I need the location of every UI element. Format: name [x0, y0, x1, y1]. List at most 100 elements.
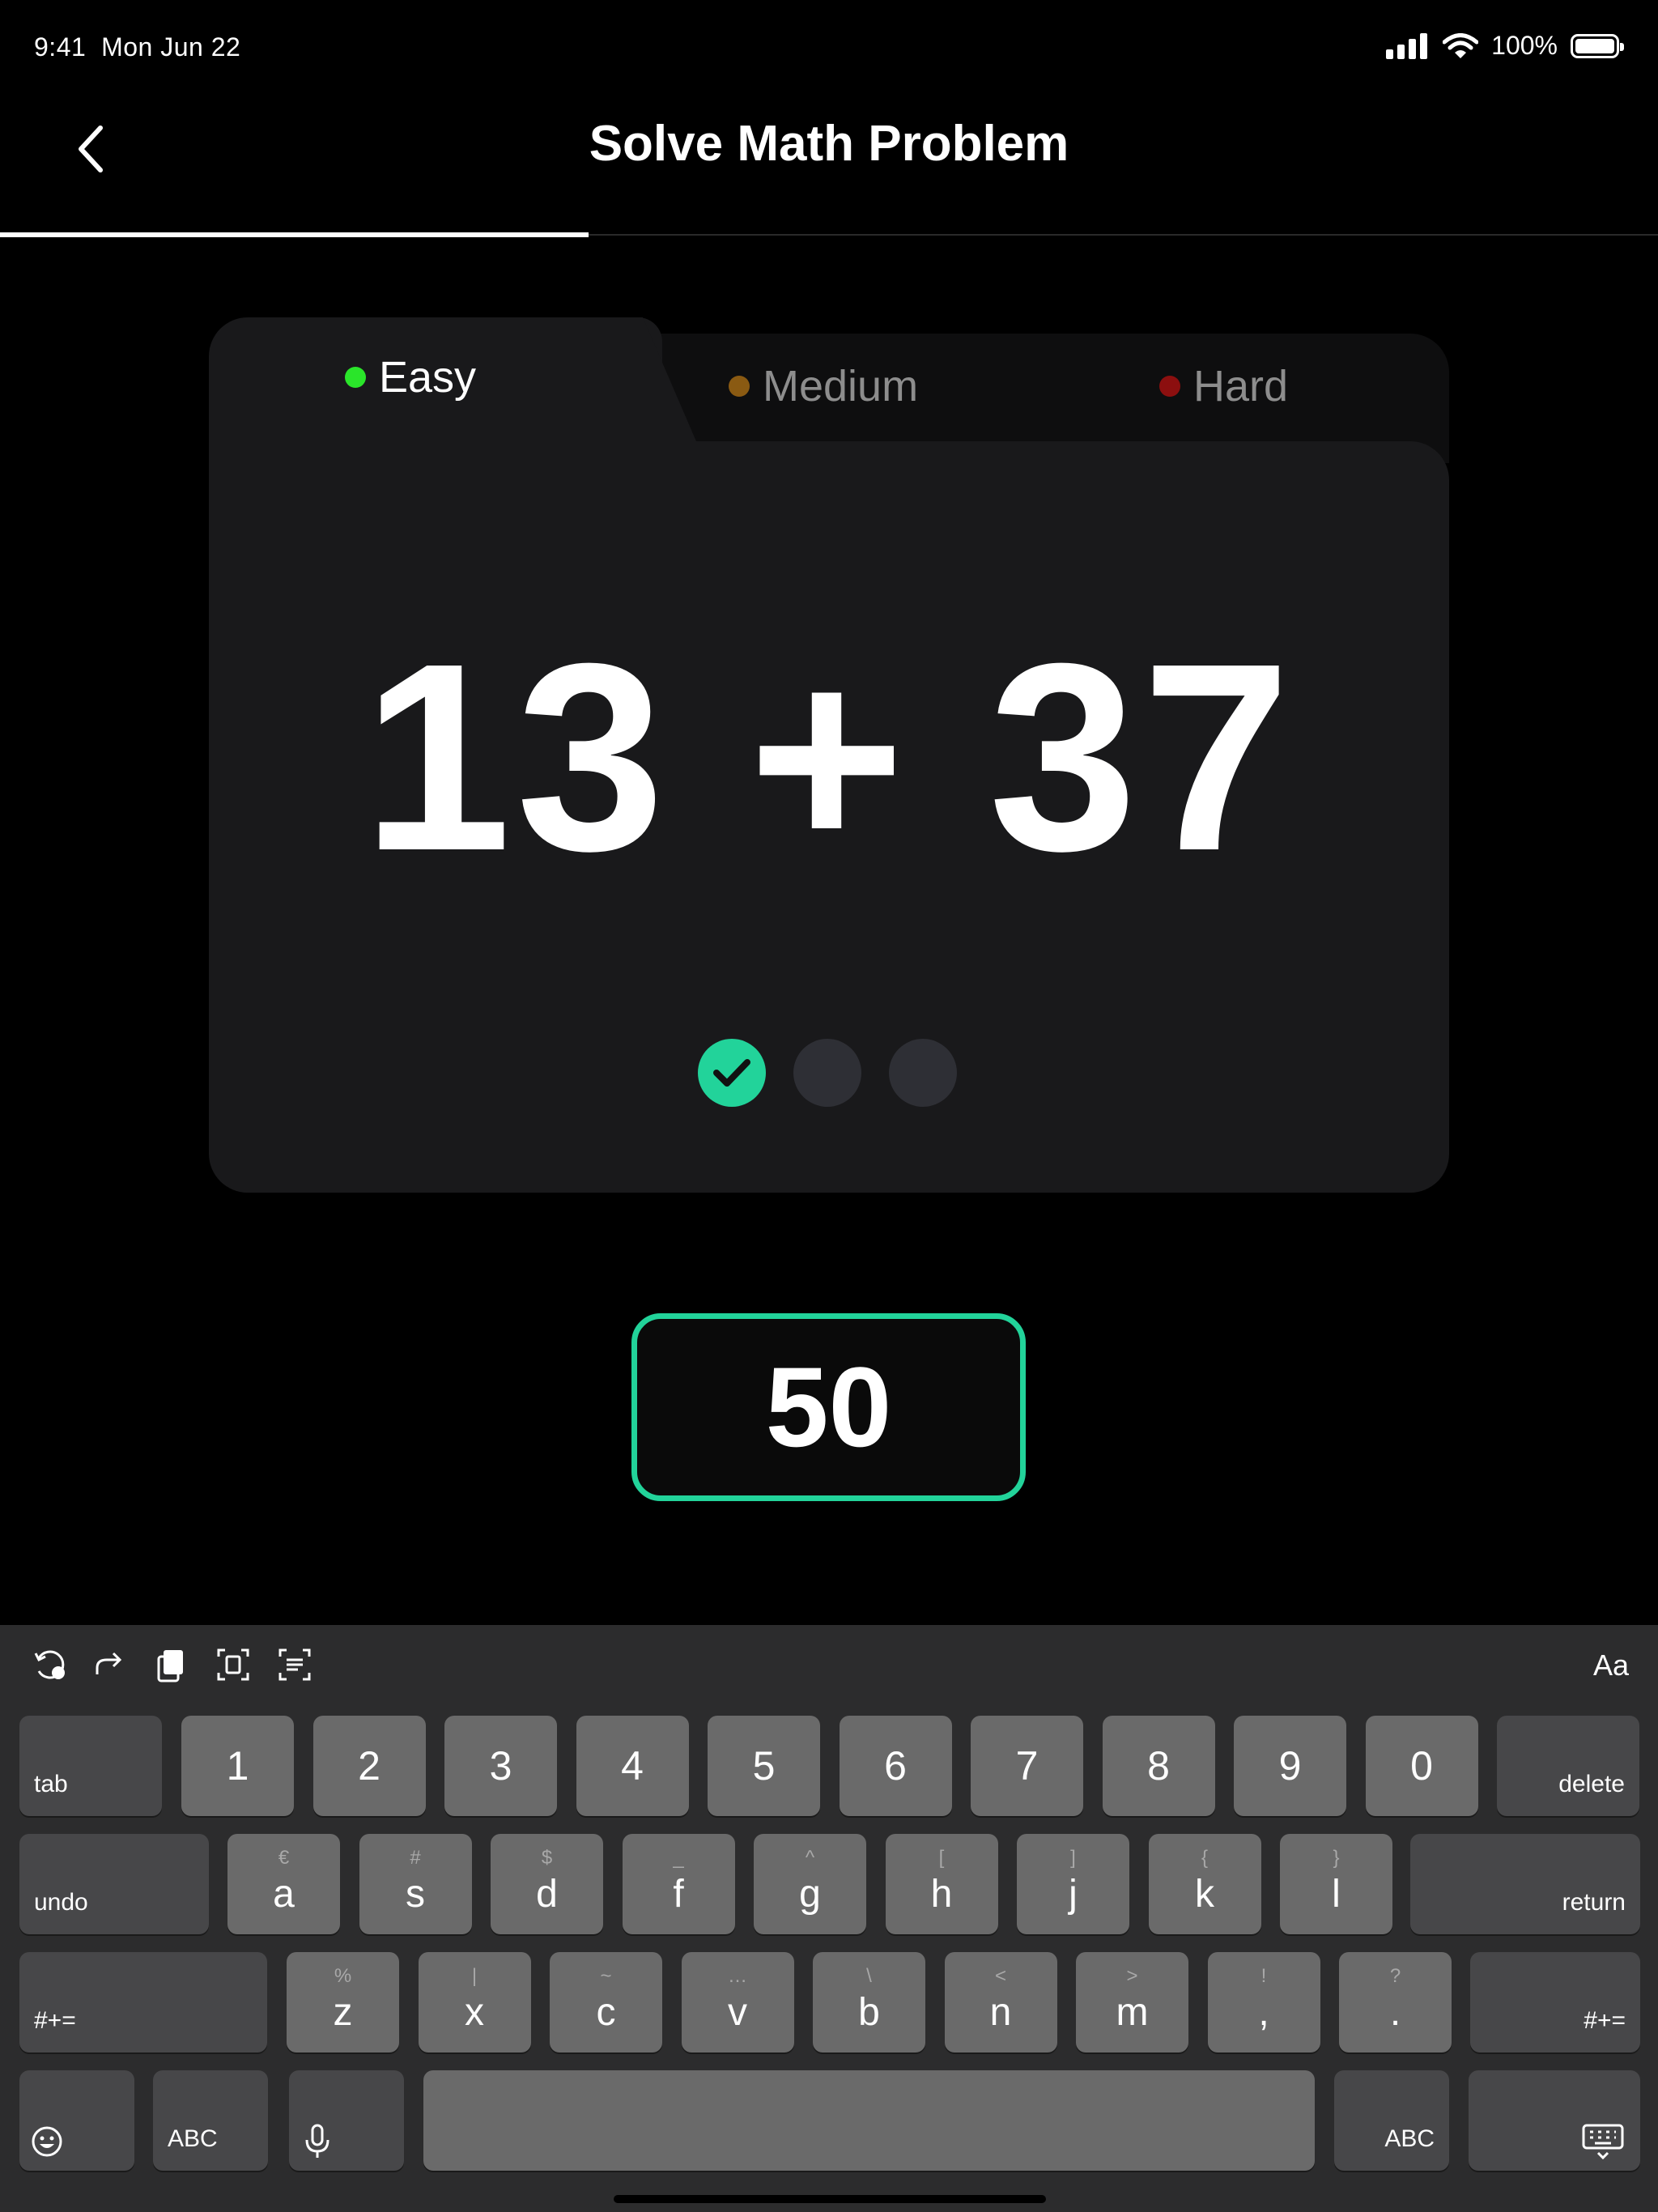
key-9[interactable]: 9	[1234, 1716, 1346, 1816]
key-alt-label: ?	[1389, 1965, 1401, 1987]
key-s[interactable]: # s	[359, 1834, 472, 1934]
key-j[interactable]: ] j	[1017, 1834, 1129, 1934]
key-comma[interactable]: !,	[1207, 1952, 1320, 2052]
key-8[interactable]: 8	[1102, 1716, 1215, 1816]
key-k[interactable]: {k	[1148, 1834, 1261, 1934]
step-pending	[889, 1039, 957, 1107]
key-v[interactable]: … v	[681, 1952, 794, 2052]
key-alt-label: <	[994, 1965, 1006, 1987]
key-alt-label: $	[541, 1847, 553, 1869]
key-label: z	[333, 1991, 353, 2034]
hard-dot-icon	[1159, 376, 1180, 397]
status-date: Mon Jun 22	[101, 32, 241, 62]
key-label: ABC	[168, 2125, 218, 2152]
dismiss-keyboard-key[interactable]	[1469, 2070, 1640, 2171]
cellular-signal-icon	[1386, 32, 1428, 59]
key-x[interactable]: | x	[418, 1952, 531, 2052]
key-label: #+=	[34, 2007, 76, 2034]
microphone-icon	[305, 2124, 329, 2158]
key-n[interactable]: < n	[944, 1952, 1057, 2052]
tab-easy-label: Easy	[379, 353, 477, 402]
key-label: l	[1332, 1873, 1341, 1916]
key-label: h	[930, 1873, 953, 1916]
key-5[interactable]: 5	[708, 1716, 820, 1816]
format-text-button[interactable]: Aa	[1593, 1648, 1629, 1682]
battery-icon	[1571, 33, 1624, 58]
key-label: m	[1116, 1991, 1149, 2034]
key-label: c	[596, 1991, 616, 2034]
key-c[interactable]: ~ c	[550, 1952, 662, 2052]
key-period[interactable]: ?.	[1339, 1952, 1452, 2052]
status-time: 9:41 Mon Jun 22	[34, 32, 240, 62]
key-alt-label: %	[334, 1965, 352, 1987]
step-complete	[698, 1039, 766, 1107]
abc-key-right[interactable]: ABC	[1334, 2070, 1449, 2171]
status-clock: 9:41	[34, 32, 87, 62]
key-alt-label: #	[410, 1847, 421, 1869]
return-key[interactable]: return	[1410, 1834, 1640, 1934]
key-b[interactable]: \ b	[813, 1952, 925, 2052]
key-h[interactable]: [h	[885, 1834, 998, 1934]
key-label: delete	[1558, 1771, 1625, 1797]
tab-medium[interactable]: Medium	[729, 361, 918, 411]
emoji-key[interactable]	[19, 2070, 134, 2171]
symbols-key-right[interactable]: #+=	[1470, 1952, 1640, 2052]
key-label: undo	[34, 1889, 88, 1916]
key-label: x	[465, 1991, 484, 2034]
tab-key[interactable]: tab	[19, 1716, 162, 1816]
tab-hard[interactable]: Hard	[1159, 361, 1288, 411]
key-m[interactable]: > m	[1076, 1952, 1188, 2052]
scan-text-icon[interactable]	[275, 1645, 314, 1684]
key-label: ,	[1258, 1991, 1269, 2034]
key-label: ABC	[1384, 2125, 1435, 2152]
key-d[interactable]: $ d	[491, 1834, 603, 1934]
key-alt-label: !	[1261, 1965, 1267, 1987]
key-alt-label: \	[866, 1965, 872, 1987]
space-bar[interactable]	[423, 2070, 1315, 2171]
battery-percent: 100%	[1491, 31, 1558, 60]
step-indicators	[698, 1039, 957, 1107]
math-expression: 13 + 37	[362, 607, 1296, 906]
step-pending	[793, 1039, 861, 1107]
scan-document-icon[interactable]	[214, 1645, 253, 1684]
dictation-key[interactable]	[289, 2070, 404, 2171]
answer-input[interactable]: 50	[631, 1313, 1026, 1501]
key-label: k	[1195, 1873, 1214, 1916]
key-6[interactable]: 6	[839, 1716, 952, 1816]
key-7[interactable]: 7	[971, 1716, 1083, 1816]
key-1[interactable]: 1	[181, 1716, 294, 1816]
key-label: s	[406, 1873, 425, 1916]
redo-icon[interactable]	[89, 1645, 128, 1684]
delete-key[interactable]: delete	[1497, 1716, 1639, 1816]
key-alt-label: €	[278, 1847, 290, 1869]
key-alt-label: ]	[1070, 1847, 1076, 1869]
symbols-key-left[interactable]: #+=	[19, 1952, 267, 2052]
key-4[interactable]: 4	[576, 1716, 689, 1816]
page-title: Solve Math Problem	[589, 116, 1069, 172]
key-l[interactable]: } l	[1280, 1834, 1392, 1934]
key-alt-label: |	[471, 1965, 478, 1987]
key-label: tab	[34, 1771, 68, 1797]
key-z[interactable]: % z	[287, 1952, 399, 2052]
tab-hard-label: Hard	[1193, 362, 1289, 410]
emoji-icon	[32, 2126, 62, 2157]
paste-icon[interactable]	[151, 1645, 189, 1684]
key-0[interactable]: 0	[1365, 1716, 1478, 1816]
key-g[interactable]: ^ g	[754, 1834, 866, 1934]
key-label: #+=	[1584, 2007, 1626, 2034]
key-2[interactable]: 2	[312, 1716, 426, 1816]
key-alt-label: {	[1201, 1847, 1208, 1869]
key-label: a	[273, 1873, 295, 1916]
wifi-icon	[1443, 32, 1479, 58]
abc-key-left[interactable]: ABC	[153, 2070, 268, 2171]
undo-emoji-icon[interactable]	[31, 1645, 70, 1684]
checkmark-icon	[713, 1059, 750, 1087]
undo-key[interactable]: undo	[19, 1834, 209, 1934]
key-a[interactable]: € a	[227, 1834, 340, 1934]
key-alt-label: >	[1126, 1965, 1138, 1987]
key-3[interactable]: 3	[444, 1716, 557, 1816]
key-alt-label: ~	[600, 1965, 612, 1987]
tab-easy[interactable]: Easy	[345, 352, 476, 402]
tab-medium-label: Medium	[763, 362, 919, 410]
key-f[interactable]: _ f	[622, 1834, 735, 1934]
